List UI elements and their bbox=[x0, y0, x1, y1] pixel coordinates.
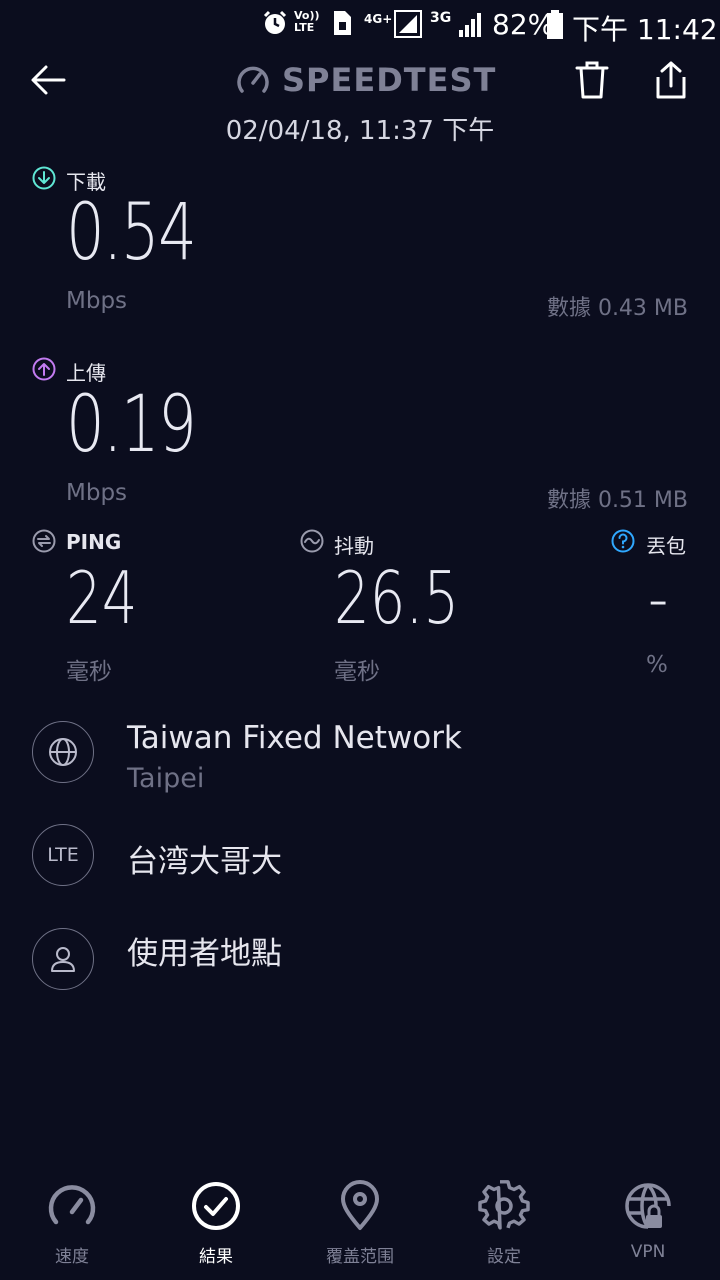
jitter-value: 26.5 bbox=[334, 556, 460, 640]
speedometer-icon bbox=[48, 1185, 96, 1225]
jitter-icon bbox=[300, 529, 324, 553]
speedtest-logo: SPEEDTEST bbox=[236, 58, 496, 102]
carrier-name: 台湾大哥大 bbox=[127, 844, 282, 880]
clock: 下午 11:42 bbox=[572, 13, 718, 46]
server-name[interactable]: Taiwan Fixed Network bbox=[127, 720, 462, 756]
battery-icon bbox=[547, 10, 563, 39]
ping-icon bbox=[32, 529, 56, 553]
help-icon[interactable] bbox=[611, 529, 635, 553]
network-3g-tag: 3G bbox=[430, 10, 452, 26]
packet-loss-unit: % bbox=[646, 652, 668, 678]
volte-tag: Vo)) LTE bbox=[294, 9, 320, 34]
test-date: 02/04/18, 11:37 下午 bbox=[225, 116, 495, 146]
jitter-label: 抖動 bbox=[334, 534, 374, 558]
globe-icon bbox=[49, 738, 77, 766]
carrier-icon-circle: LTE bbox=[32, 824, 94, 886]
user-icon-circle bbox=[32, 928, 94, 990]
vpn-globe-lock-icon bbox=[625, 1183, 671, 1229]
download-data-amount: 數據 0.43 MB bbox=[546, 296, 688, 321]
download-value: 0.54 bbox=[66, 188, 197, 278]
nav-vpn-label: VPN bbox=[630, 1242, 666, 1262]
location-pin-icon bbox=[341, 1180, 379, 1230]
check-circle-icon bbox=[192, 1182, 240, 1230]
upload-data-amount: 數據 0.51 MB bbox=[546, 488, 688, 513]
ping-value: 24 bbox=[66, 556, 138, 640]
nav-coverage[interactable]: 覆盖范围 bbox=[300, 1180, 420, 1267]
upload-value: 0.19 bbox=[66, 380, 197, 470]
ping-label: PING bbox=[66, 530, 122, 554]
nav-coverage-label: 覆盖范围 bbox=[326, 1247, 394, 1267]
ping-unit: 毫秒 bbox=[66, 659, 112, 685]
upload-unit: Mbps bbox=[66, 480, 128, 506]
nav-speed-label: 速度 bbox=[55, 1247, 89, 1267]
logo-text: SPEEDTEST bbox=[282, 61, 497, 99]
signal-bars-icon bbox=[459, 13, 481, 37]
trash-icon[interactable] bbox=[574, 60, 610, 100]
user-location: 使用者地點 bbox=[127, 936, 282, 972]
server-icon-circle bbox=[32, 721, 94, 783]
jitter-unit: 毫秒 bbox=[334, 659, 380, 685]
nav-settings-label: 設定 bbox=[487, 1247, 521, 1267]
status-bar: Vo)) LTE 4G+ 3G 82% 下午 11:42 bbox=[0, 0, 720, 48]
server-location: Taipei bbox=[127, 763, 205, 794]
download-unit: Mbps bbox=[66, 288, 128, 314]
download-icon bbox=[32, 166, 56, 190]
speedometer-logo-icon bbox=[237, 66, 269, 93]
signal-box-icon bbox=[394, 10, 422, 38]
nav-results[interactable]: 結果 bbox=[156, 1180, 276, 1267]
nav-vpn[interactable]: VPN bbox=[588, 1180, 708, 1262]
gear-icon bbox=[478, 1180, 530, 1230]
packet-loss-label: 丟包 bbox=[646, 534, 686, 558]
sim-icon bbox=[334, 11, 351, 35]
upload-icon bbox=[32, 357, 56, 381]
nav-speed[interactable]: 速度 bbox=[12, 1180, 132, 1267]
nav-results-label: 結果 bbox=[199, 1247, 233, 1267]
network-4g-tag: 4G+ bbox=[364, 12, 393, 26]
packet-loss-value: - bbox=[648, 556, 669, 640]
alarm-icon bbox=[263, 10, 287, 34]
share-icon[interactable] bbox=[652, 60, 690, 100]
back-arrow-icon[interactable] bbox=[30, 62, 66, 98]
lte-icon: LTE bbox=[47, 844, 79, 866]
user-icon bbox=[51, 947, 75, 972]
nav-settings[interactable]: 設定 bbox=[444, 1180, 564, 1267]
battery-percent: 82% bbox=[492, 8, 555, 41]
